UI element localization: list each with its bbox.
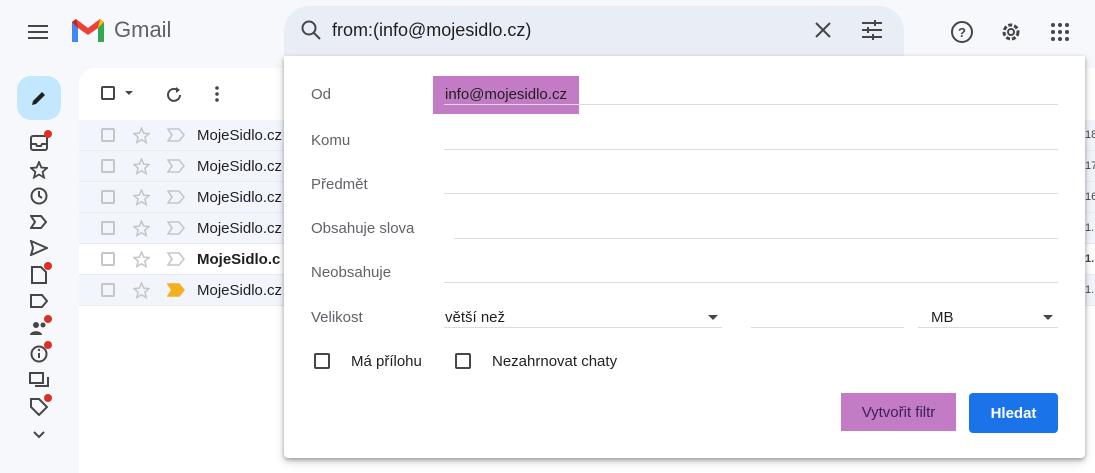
app-name: Gmail [114, 17, 172, 42]
close-icon[interactable] [812, 19, 834, 46]
important-icon[interactable] [166, 128, 186, 147]
unread-dot [44, 394, 52, 402]
important-icon[interactable] [166, 221, 186, 240]
important-icon[interactable] [166, 190, 186, 209]
mail-date: 1. [1085, 253, 1095, 265]
search-options-panel: Od info@mojesidlo.cz Komu Předmět Obsahu… [284, 56, 1085, 458]
row-checkbox[interactable] [101, 221, 115, 235]
clock-icon[interactable] [29, 186, 49, 206]
size-label: Velikost [311, 309, 363, 326]
chevron-down-icon[interactable] [1043, 315, 1053, 320]
from-label: Od [311, 86, 332, 103]
expand-icon[interactable] [29, 425, 49, 445]
star-icon[interactable] [132, 249, 151, 273]
sender-name: MojeSidlo.cz [197, 281, 283, 299]
star-icon[interactable] [132, 156, 151, 180]
exclude-chats-label: Nezahrnovat chaty [492, 353, 618, 370]
from-input[interactable]: info@mojesidlo.cz [433, 76, 579, 114]
star-icon[interactable] [29, 160, 49, 180]
exclude-chats-checkbox[interactable] [455, 353, 471, 369]
to-input[interactable] [444, 149, 1058, 150]
refresh-icon[interactable] [165, 86, 183, 104]
unread-dot [44, 130, 52, 138]
search-input[interactable]: from:(info@mojesidlo.cz) [332, 20, 531, 41]
has-words-label: Obsahuje slova [311, 220, 415, 237]
gmail-m-icon [72, 19, 104, 42]
sender-name: MojeSidlo.cz [197, 219, 283, 237]
search-bar[interactable]: from:(info@mojesidlo.cz) [284, 6, 904, 56]
size-operator-select[interactable]: větší než [445, 309, 505, 326]
star-icon[interactable] [132, 125, 151, 149]
to-label: Komu [311, 132, 351, 149]
mail-date: 17 [1085, 160, 1095, 172]
mail-date: 1. [1085, 222, 1095, 234]
select-all-checkbox[interactable] [101, 86, 133, 100]
chevron-down-icon[interactable] [125, 91, 133, 95]
label-icon[interactable] [29, 291, 49, 311]
tag-icon[interactable] [29, 394, 52, 417]
send-icon[interactable] [29, 238, 49, 258]
has-words-input[interactable] [454, 238, 1058, 239]
compose-button[interactable] [17, 76, 61, 120]
has-attachment-checkbox[interactable] [314, 353, 330, 369]
row-checkbox[interactable] [101, 252, 115, 266]
unread-dot [44, 315, 52, 323]
size-value-input[interactable] [751, 327, 904, 328]
search-options-icon[interactable] [860, 19, 884, 46]
size-operator-underline [444, 327, 722, 328]
size-unit-select[interactable]: MB [931, 309, 954, 326]
search-button[interactable]: Hledat [969, 393, 1058, 433]
mail-date: 1. [1085, 284, 1095, 296]
gmail-logo[interactable]: Gmail [70, 16, 171, 44]
has-attachment-label: Má přílohu [351, 353, 422, 370]
star-icon[interactable] [132, 187, 151, 211]
row-checkbox[interactable] [101, 159, 115, 173]
row-checkbox[interactable] [101, 128, 115, 142]
doesnt-have-label: Neobsahuje [311, 264, 392, 281]
sender-name: MojeSidlo.c [197, 250, 281, 268]
important-icon[interactable] [166, 159, 186, 178]
sender-name: MojeSidlo.cz [197, 188, 283, 206]
subject-input[interactable] [444, 193, 1058, 194]
star-icon[interactable] [132, 280, 151, 304]
unread-dot [44, 262, 52, 270]
star-icon[interactable] [132, 218, 151, 242]
mail-date: 18 [1085, 129, 1095, 141]
chevron-down-icon[interactable] [708, 315, 718, 320]
search-icon[interactable] [300, 19, 322, 46]
from-underline [444, 104, 1058, 105]
subject-label: Předmět [311, 176, 368, 193]
important-icon[interactable] [29, 212, 49, 232]
inbox-icon[interactable] [29, 130, 52, 153]
unread-dot [44, 341, 52, 349]
contacts-icon[interactable] [29, 315, 52, 338]
row-checkbox[interactable] [101, 190, 115, 204]
drafts-icon[interactable] [29, 262, 52, 285]
pencil-icon [32, 92, 45, 105]
sender-name: MojeSidlo.cz [197, 157, 283, 175]
more-icon[interactable] [215, 86, 219, 102]
doesnt-have-input[interactable] [444, 282, 1058, 283]
mail-date: 16 [1085, 191, 1095, 203]
hamburger-menu-icon[interactable] [22, 16, 54, 48]
sender-name: MojeSidlo.cz [197, 126, 283, 144]
important-icon[interactable] [166, 252, 186, 271]
gear-icon[interactable] [997, 18, 1025, 46]
help-icon[interactable]: ? [948, 18, 976, 46]
chat-icon[interactable] [29, 371, 49, 391]
svg-text:?: ? [958, 25, 966, 40]
info-icon[interactable] [29, 341, 52, 364]
important-icon[interactable] [166, 283, 186, 302]
top-bar: Gmail from:(info@mojesidlo.cz) ? [0, 0, 1095, 64]
apps-grid-icon[interactable] [1046, 18, 1074, 46]
size-unit-underline [918, 327, 1058, 328]
create-filter-button[interactable]: Vytvořit filtr [841, 393, 956, 431]
row-checkbox[interactable] [101, 283, 115, 297]
